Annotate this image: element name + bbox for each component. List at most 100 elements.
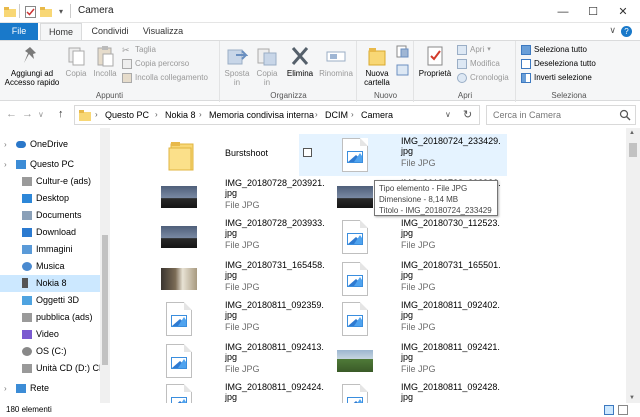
sidebar-item[interactable]: Cultur-e (ads) <box>0 173 100 190</box>
new-folder-icon[interactable] <box>40 5 52 18</box>
sidebar-item[interactable]: Desktop <box>0 190 100 207</box>
sidebar-item[interactable]: Oggetti 3D <box>0 292 100 309</box>
sidebar-item-label: Immagini <box>36 244 73 254</box>
invert-selection-button[interactable]: Inverti selezione <box>521 72 592 84</box>
sidebar-item[interactable]: OS (C:) <box>0 343 100 360</box>
tab-home[interactable]: Home <box>40 23 82 41</box>
sidebar-item[interactable]: Musica <box>0 258 100 275</box>
sidebar-item[interactable]: › OneDrive <box>0 136 100 153</box>
scroll-up-icon[interactable]: ▲ <box>629 130 635 136</box>
file-tooltip: Tipo elemento - File JPG Dimensione - 8,… <box>374 180 498 216</box>
file-item[interactable]: IMG_20180731_165501.jpg File JPG <box>337 258 507 300</box>
refresh-icon[interactable]: ↻ <box>463 106 472 124</box>
sidebar-item[interactable]: Video <box>0 326 100 343</box>
file-item[interactable]: IMG_20180811_092421.jpg File JPG <box>337 340 507 382</box>
file-item[interactable]: IMG_20180811_092428.jpgFile JPG <box>337 380 507 403</box>
file-item[interactable]: IMG_20180811_092413.jpg File JPG <box>161 340 331 382</box>
breadcrumb-nokia-8[interactable]: Nokia 8 <box>165 106 196 124</box>
file-item[interactable]: IMG_20180724_233429.jpg File JPG <box>299 134 507 176</box>
scroll-down-icon[interactable]: ▼ <box>629 395 635 401</box>
file-scrollbar[interactable]: ▲ ▼ <box>626 128 640 403</box>
address-dropdown-icon[interactable]: ∨ <box>445 106 451 124</box>
breadcrumb-shared-storage[interactable]: Memoria condivisa interna <box>209 106 314 124</box>
easy-access-icon[interactable] <box>396 63 410 77</box>
select-none-button[interactable]: Deseleziona tutto <box>521 58 596 70</box>
paste-button[interactable]: Incolla <box>92 45 118 78</box>
breadcrumb-camera[interactable]: Camera <box>361 106 393 124</box>
tab-file[interactable]: File <box>0 23 38 40</box>
breadcrumb-separator[interactable]: › <box>199 106 202 124</box>
new-folder-button[interactable]: Nuova cartella <box>360 45 394 87</box>
properties-check-icon[interactable] <box>24 5 36 18</box>
expand-chevron-icon[interactable]: › <box>4 136 7 153</box>
sidebar-item[interactable]: Unità CD (D:) CD <box>0 360 106 377</box>
select-all-button[interactable]: Seleziona tutto <box>521 44 587 56</box>
details-view-icon[interactable] <box>604 405 614 415</box>
file-type: File JPG <box>401 158 436 168</box>
sidebar-item[interactable]: › Rete <box>0 380 100 397</box>
expand-chevron-icon[interactable]: › <box>4 156 7 173</box>
breadcrumb-this-pc[interactable]: Questo PC <box>105 106 149 124</box>
breadcrumb-separator[interactable]: › <box>95 106 98 124</box>
file-item[interactable]: IMG_20180811_092359.jpg File JPG <box>161 298 331 340</box>
expand-chevron-icon[interactable]: › <box>4 380 7 397</box>
file-item[interactable]: IMG_20180730_112523.jpg File JPG <box>337 216 507 258</box>
maximize-button[interactable]: ☐ <box>578 0 608 23</box>
recent-locations-icon[interactable]: ∨ <box>38 110 44 119</box>
file-item[interactable]: IMG_20180728_203921.jpg File JPG <box>161 176 331 218</box>
file-name: IMG_20180811_092424.jpg <box>225 382 324 402</box>
copy-path-button[interactable]: Copia percorso <box>122 58 189 70</box>
help-icon[interactable]: ? <box>621 26 632 37</box>
open-button[interactable]: Apri ▾ <box>457 44 491 56</box>
file-item[interactable]: IMG_20180811_092424.jpgFile JPG <box>161 380 331 403</box>
sidebar-item[interactable]: › Questo PC <box>0 156 100 173</box>
sidebar-item[interactable]: Nokia 8 <box>0 275 100 292</box>
group-label: Apri <box>457 91 473 100</box>
file-scrollbar-thumb[interactable] <box>629 143 637 157</box>
sidebar-item[interactable]: Download <box>0 224 100 241</box>
search-box[interactable]: Cerca in Camera <box>486 105 636 125</box>
large-icons-view-icon[interactable] <box>618 405 628 415</box>
rename-button[interactable]: Rinomina <box>317 45 355 78</box>
breadcrumb-separator[interactable]: › <box>155 106 158 124</box>
tab-share[interactable]: Condividi <box>84 23 136 40</box>
paste-shortcut-button[interactable]: Incolla collegamento <box>122 72 208 84</box>
customize-toolbar-icon[interactable]: ▾ <box>56 5 66 18</box>
breadcrumb-separator[interactable]: › <box>315 106 318 124</box>
copy-to-button[interactable]: Copia in <box>253 45 281 87</box>
sidebar-item[interactable]: Immagini <box>0 241 100 258</box>
file-item[interactable]: IMG_20180731_165458.jpg File JPG <box>161 258 331 300</box>
sidebar-item[interactable]: Documents <box>0 207 100 224</box>
nav-scrollbar-thumb[interactable] <box>102 235 108 365</box>
group-organize: Sposta in Copia in Elimina Rinomina Orga… <box>221 41 357 102</box>
sidebar-item[interactable]: pubblica (ads) <box>0 309 100 326</box>
move-to-button[interactable]: Sposta in <box>223 45 251 87</box>
item-checkbox[interactable] <box>303 148 312 157</box>
back-arrow-icon[interactable]: ← <box>6 108 17 120</box>
sidebar-item-label: OS (C:) <box>36 346 67 356</box>
tab-view[interactable]: Visualizza <box>138 23 188 40</box>
history-button[interactable]: Cronologia <box>457 72 509 84</box>
file-item[interactable]: IMG_20180811_092402.jpg File JPG <box>337 298 507 340</box>
desktop-icon <box>22 194 32 203</box>
file-item[interactable]: IMG_20180728_203933.jpg File JPG <box>161 216 331 258</box>
up-arrow-icon[interactable]: ↑ <box>58 108 64 120</box>
breadcrumb-dcim[interactable]: DCIM <box>325 106 348 124</box>
cut-button[interactable]: ✂ Taglia <box>122 44 156 56</box>
new-item-icon[interactable] <box>396 45 410 59</box>
search-icon[interactable] <box>619 109 631 121</box>
forward-arrow-icon[interactable]: → <box>22 108 33 120</box>
properties-button[interactable]: Proprietà <box>417 45 453 78</box>
close-button[interactable]: ✕ <box>608 0 638 23</box>
pin-quick-access-button[interactable]: Aggiungi ad Accesso rapido <box>2 45 62 87</box>
copy-button[interactable]: Copia <box>64 45 88 78</box>
edit-button[interactable]: Modifica <box>457 58 500 70</box>
breadcrumb-separator[interactable]: › <box>351 106 354 124</box>
address-bar[interactable]: › Questo PC › Nokia 8 › Memoria condivis… <box>74 105 480 125</box>
image-file-icon <box>337 260 373 296</box>
minimize-button[interactable]: — <box>548 0 578 23</box>
file-name: IMG_20180728_203921.jpg <box>225 178 325 198</box>
delete-button[interactable]: Elimina <box>285 45 315 78</box>
search-input[interactable]: Cerca in Camera <box>493 110 561 120</box>
collapse-ribbon-icon[interactable]: ∨ <box>609 25 616 36</box>
